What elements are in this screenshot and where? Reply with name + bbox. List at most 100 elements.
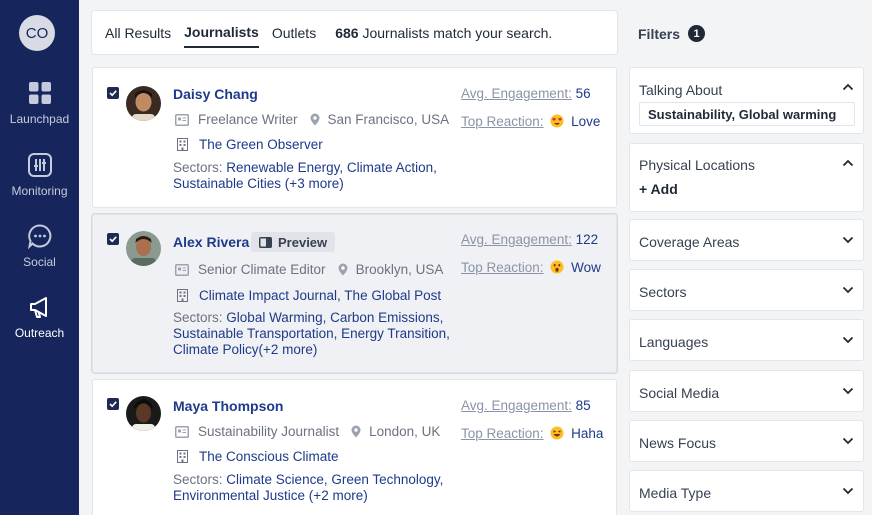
chevron-up-icon[interactable]	[842, 159, 854, 167]
check-icon	[109, 236, 117, 243]
match-text: Journalists match your search.	[362, 24, 553, 41]
chat-bubble-icon	[27, 224, 51, 249]
building-icon	[177, 289, 188, 302]
reaction-value: Haha	[571, 426, 604, 441]
tab-all-results[interactable]: All Results	[105, 19, 171, 47]
avatar-image	[126, 86, 161, 121]
reaction-value: Love	[571, 114, 601, 129]
building-icon	[177, 450, 188, 463]
user-avatar[interactable]: CO	[19, 15, 55, 51]
journalist-card[interactable]: Daisy Chang Freelance Writer San Francis…	[92, 67, 617, 208]
filter-label: News Focus	[639, 435, 717, 451]
journalist-location: San Francisco, USA	[327, 112, 450, 127]
engagement-value: 56	[575, 86, 591, 101]
avatar	[126, 86, 161, 121]
journalist-card[interactable]: Alex Rivera Preview Senior Climate Edito…	[92, 214, 617, 373]
nav-outreach[interactable]: Outreach	[0, 294, 79, 340]
engagement-label[interactable]: Avg. Engagement:	[461, 86, 572, 101]
chevron-down-icon[interactable]	[842, 336, 854, 344]
reaction-label[interactable]: Top Reaction:	[461, 114, 544, 129]
journalist-name[interactable]: Maya Thompson	[173, 398, 283, 414]
journalist-sectors: Sectors: Renewable Energy, Climate Actio…	[173, 160, 463, 192]
reaction-label[interactable]: Top Reaction:	[461, 426, 544, 441]
journalist-role: Sustainability Journalist	[198, 424, 340, 439]
filter-social-media[interactable]: Social Media	[629, 370, 864, 412]
chevron-down-icon[interactable]	[842, 236, 854, 244]
engagement-metric: Avg. Engagement: 85	[461, 398, 591, 413]
id-card-icon	[175, 425, 189, 438]
journalist-outlet[interactable]: The Green Observer	[199, 137, 323, 152]
avatar-image	[126, 396, 161, 431]
surprised-emoji	[550, 260, 564, 274]
equalizer-icon	[27, 153, 52, 177]
add-location-button[interactable]: + Add	[639, 181, 678, 197]
filter-label: Coverage Areas	[639, 234, 740, 250]
laughing-emoji	[550, 426, 564, 440]
journalist-sectors: Sectors: Global Warming, Carbon Emission…	[173, 310, 455, 358]
location-pin-icon	[338, 263, 348, 276]
filters-header: Filters 1	[638, 25, 706, 42]
id-card-icon	[175, 113, 189, 126]
chevron-down-icon[interactable]	[842, 286, 854, 294]
journalist-role-row: Sustainability Journalist London, UK	[175, 424, 440, 439]
engagement-metric: Avg. Engagement: 56	[461, 86, 591, 101]
reaction-metric: Top Reaction: Haha	[461, 426, 603, 441]
filter-news-focus[interactable]: News Focus	[629, 420, 864, 462]
avatar-image	[126, 231, 161, 266]
check-icon	[109, 401, 117, 408]
sectors-label: Sectors:	[173, 310, 223, 325]
filter-label: Sectors	[639, 284, 687, 300]
engagement-label[interactable]: Avg. Engagement:	[461, 232, 572, 247]
engagement-label[interactable]: Avg. Engagement:	[461, 398, 572, 413]
nav-social[interactable]: Social	[0, 223, 79, 269]
filter-physical-locations[interactable]: Physical Locations + Add	[629, 143, 864, 212]
filter-sectors[interactable]: Sectors	[629, 269, 864, 311]
tab-outlets[interactable]: Outlets	[272, 19, 316, 47]
filters-count-badge: 1	[688, 25, 706, 42]
chevron-down-icon[interactable]	[842, 487, 854, 495]
engagement-value: 122	[575, 232, 599, 247]
journalist-name[interactable]: Alex Rivera	[173, 234, 249, 250]
filter-coverage-areas[interactable]: Coverage Areas	[629, 219, 864, 261]
journalist-outlet[interactable]: Climate Impact Journal, The Global Post	[199, 288, 441, 303]
reaction-label[interactable]: Top Reaction:	[461, 260, 544, 275]
journalist-sectors: Sectors: Climate Science, Green Technolo…	[173, 472, 463, 504]
tab-journalists[interactable]: Journalists	[184, 18, 259, 48]
reaction-metric: Top Reaction: Wow	[461, 260, 601, 275]
nav-launchpad-label: Launchpad	[9, 112, 70, 126]
filter-talking-about[interactable]: Talking About Sustainability, Global war…	[629, 67, 864, 134]
journalist-outlet-row: The Green Observer	[177, 137, 323, 152]
filter-label: Media Type	[639, 485, 712, 501]
chevron-up-icon[interactable]	[842, 83, 854, 91]
journalist-name[interactable]: Daisy Chang	[173, 86, 258, 102]
filter-media-type[interactable]: Media Type	[629, 470, 864, 512]
filter-languages[interactable]: Languages	[629, 319, 864, 361]
location-pin-icon	[351, 425, 361, 438]
nav-outreach-label: Outreach	[14, 326, 65, 340]
select-checkbox[interactable]	[107, 87, 119, 99]
filter-label: Social Media	[639, 385, 720, 401]
match-count: 686	[335, 24, 359, 41]
grid-icon	[28, 82, 51, 104]
talking-about-input[interactable]: Sustainability, Global warming	[639, 102, 855, 126]
heart-eyes-emoji	[550, 114, 564, 128]
nav-monitoring[interactable]: Monitoring	[0, 152, 79, 198]
journalist-card[interactable]: Maya Thompson Sustainability Journalist …	[92, 379, 617, 515]
select-checkbox[interactable]	[107, 398, 119, 410]
engagement-metric: Avg. Engagement: 122	[461, 232, 598, 247]
megaphone-icon	[29, 297, 47, 318]
filters-title: Filters	[638, 25, 681, 42]
preview-panel-icon	[259, 236, 272, 248]
sectors-label: Sectors:	[173, 160, 223, 175]
nav-launchpad[interactable]: Launchpad	[0, 80, 79, 126]
journalist-outlet[interactable]: The Conscious Climate	[199, 449, 339, 464]
preview-button[interactable]: Preview	[251, 232, 336, 252]
select-checkbox[interactable]	[107, 233, 119, 245]
journalist-role: Senior Climate Editor	[198, 262, 326, 277]
chevron-down-icon[interactable]	[842, 387, 854, 395]
nav-social-label: Social	[23, 255, 56, 269]
engagement-value: 85	[575, 398, 591, 413]
check-icon	[109, 90, 117, 97]
preview-label: Preview	[278, 234, 328, 250]
chevron-down-icon[interactable]	[842, 437, 854, 445]
